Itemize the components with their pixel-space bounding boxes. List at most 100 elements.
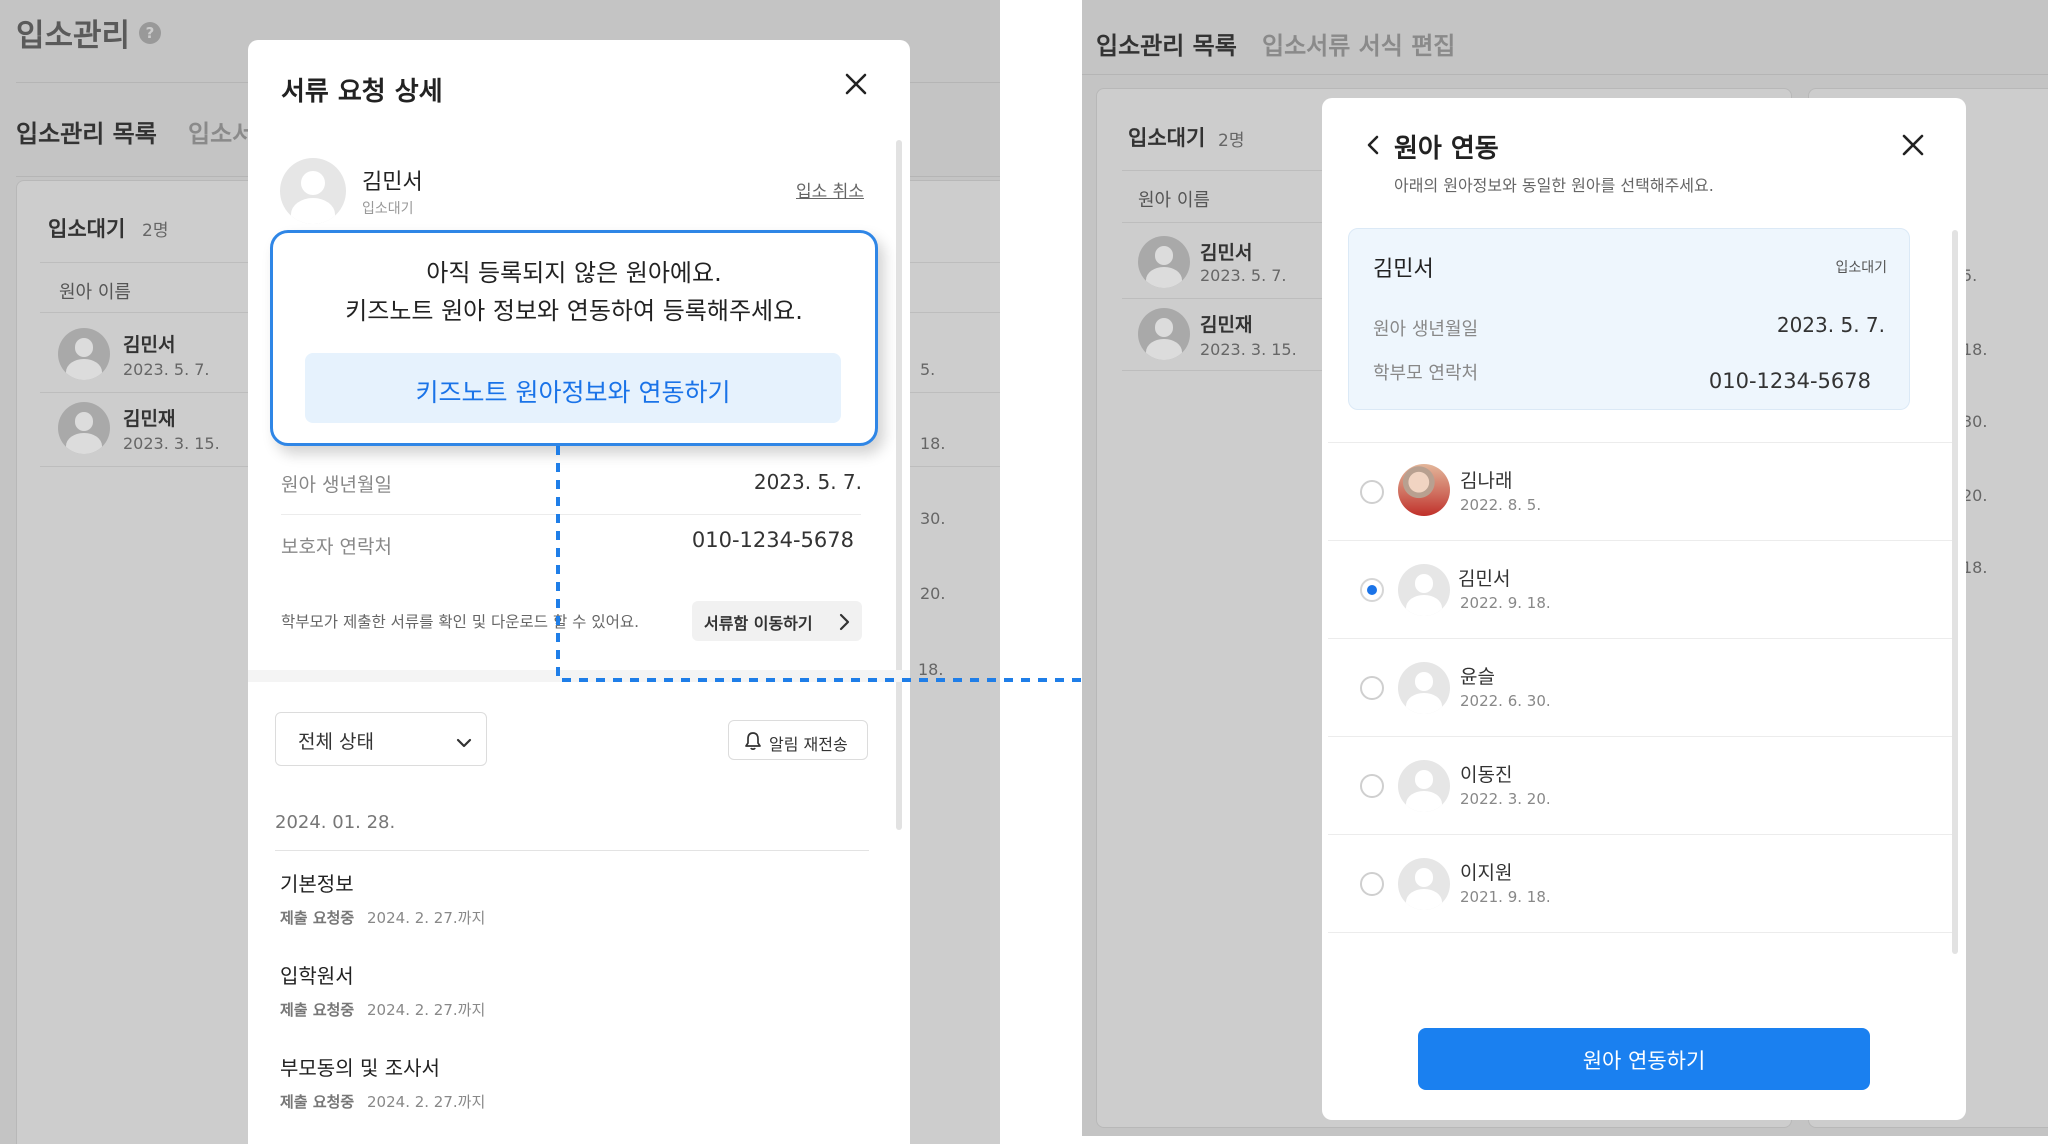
child-date: 2023. 3. 15. xyxy=(1200,340,1297,359)
radio-button-selected[interactable] xyxy=(1360,578,1384,602)
doc-status: 제출 요청중 xyxy=(280,1093,355,1111)
avatar xyxy=(58,402,110,454)
doc-meta: 제출 요청중 2024. 2. 27.까지 xyxy=(280,907,860,928)
child-name[interactable]: 김민재 xyxy=(123,404,175,431)
radio-button[interactable] xyxy=(1360,872,1384,896)
card-birth-value: 2023. 5. 7. xyxy=(1776,313,1885,337)
divider xyxy=(1328,638,1952,639)
tab-doc-template-edit[interactable]: 입소서류 서식 편집 xyxy=(1262,26,1455,61)
resend-notification-button[interactable]: 알림 재전송 xyxy=(728,720,868,760)
back-chevron-icon[interactable] xyxy=(1366,134,1380,160)
doc-item[interactable]: 기본정보 제출 요청중 2024. 2. 27.까지 xyxy=(280,868,860,938)
doc-meta: 제출 요청중 2024. 2. 27.까지 xyxy=(280,999,860,1020)
divider xyxy=(1082,74,2048,75)
waiting-count: 2명 xyxy=(1218,131,1245,151)
doc-item[interactable]: 부모동의 및 조사서 제출 요청중 2024. 2. 27.까지 xyxy=(280,1052,860,1122)
child-name[interactable]: 김민서 xyxy=(123,330,175,357)
option-child-date: 2022. 8. 5. xyxy=(1460,496,1542,514)
option-child-date: 2021. 9. 18. xyxy=(1460,888,1551,906)
child-option[interactable]: 김민서 2022. 9. 18. xyxy=(1322,542,1952,638)
tab-admission-list[interactable]: 입소관리 목록 xyxy=(16,114,157,149)
confirm-link-label: 원아 연동하기 xyxy=(1582,1049,1706,1073)
divider xyxy=(1328,736,1952,737)
divider xyxy=(1328,932,1952,933)
cancel-admission-link[interactable]: 입소 취소 xyxy=(796,177,864,202)
bell-icon xyxy=(744,731,762,755)
chevron-right-icon xyxy=(838,613,850,635)
row-date-fragment: 5. xyxy=(920,360,936,379)
waiting-label: 입소대기 xyxy=(1128,126,1206,150)
doc-status: 제출 요청중 xyxy=(280,909,355,927)
move-button-label: 서류함 이동하기 xyxy=(704,614,813,633)
close-icon[interactable] xyxy=(842,70,870,98)
doc-due: 2024. 2. 27.까지 xyxy=(367,909,486,927)
doc-due: 2024. 2. 27.까지 xyxy=(367,1093,486,1111)
card-child-name: 김민서 xyxy=(1373,257,1434,282)
chevron-down-icon xyxy=(456,734,472,753)
callout-line-1: 아직 등록되지 않은 원아에요. xyxy=(426,259,722,287)
option-child-name: 이지원 xyxy=(1460,862,1513,884)
tab-admission-list[interactable]: 입소관리 목록 xyxy=(1096,26,1237,61)
avatar xyxy=(1398,760,1450,812)
child-date: 2023. 5. 7. xyxy=(1200,266,1287,285)
card-contact-value: 010-1234-5678 xyxy=(1708,369,1871,393)
child-info-card: 김민서 입소대기 원아 생년월일 2023. 5. 7. 학부모 연락처 010… xyxy=(1348,228,1910,410)
card-status: 입소대기 xyxy=(1835,260,1887,276)
birth-value: 2023. 5. 7. xyxy=(753,470,862,494)
card-contact-label: 학부모 연락처 xyxy=(1373,363,1479,384)
doc-status: 제출 요청중 xyxy=(280,1001,355,1019)
doc-request-modal: 서류 요청 상세 김민서 입소대기 입소 취소 원아 생년월일 2023. 5.… xyxy=(248,40,910,1144)
avatar xyxy=(1398,662,1450,714)
option-child-name: 윤슬 xyxy=(1460,666,1495,688)
status-filter-select[interactable]: 전체 상태 xyxy=(275,712,487,766)
child-option[interactable]: 이지원 2021. 9. 18. xyxy=(1322,836,1952,932)
divider xyxy=(1328,540,1952,541)
option-child-date: 2022. 6. 30. xyxy=(1460,692,1551,710)
radio-button[interactable] xyxy=(1360,480,1384,504)
close-icon[interactable] xyxy=(1900,132,1926,158)
contact-label: 보호자 연락처 xyxy=(281,536,392,558)
option-child-name: 김나래 xyxy=(1460,470,1513,492)
card-birth-label: 원아 생년월일 xyxy=(1373,319,1479,340)
contact-value: 010-1234-5678 xyxy=(691,528,854,552)
scrollbar[interactable] xyxy=(1952,230,1958,954)
birth-label: 원아 생년월일 xyxy=(281,474,392,496)
radio-button[interactable] xyxy=(1360,676,1384,700)
child-name[interactable]: 김민재 xyxy=(1200,310,1252,337)
child-option[interactable]: 이동진 2022. 3. 20. xyxy=(1322,738,1952,834)
waiting-label: 입소대기 xyxy=(48,217,126,241)
avatar xyxy=(280,158,346,224)
divider xyxy=(1328,834,1952,835)
page-title: 입소관리 xyxy=(16,18,131,54)
child-option[interactable]: 김나래 2022. 8. 5. xyxy=(1322,444,1952,540)
link-button-label: 키즈노트 원아정보와 연동하기 xyxy=(415,378,731,407)
avatar xyxy=(58,328,110,380)
doc-meta: 제출 요청중 2024. 2. 27.까지 xyxy=(280,1091,860,1112)
avatar xyxy=(1398,858,1450,910)
move-to-docbox-button[interactable]: 서류함 이동하기 xyxy=(692,601,862,641)
child-option[interactable]: 윤슬 2022. 6. 30. xyxy=(1322,640,1952,736)
info-text: 학부모가 제출한 서류를 확인 및 다운로드 할 수 있어요. xyxy=(281,613,640,631)
avatar xyxy=(1138,236,1190,288)
child-name[interactable]: 김민서 xyxy=(1200,238,1252,265)
scrollbar[interactable] xyxy=(896,140,902,830)
help-icon[interactable]: ? xyxy=(139,22,161,44)
divider xyxy=(1328,442,1952,443)
doc-item[interactable]: 입학원서 제출 요청중 2024. 2. 27.까지 xyxy=(280,960,860,1030)
option-child-name: 이동진 xyxy=(1460,764,1513,786)
divider xyxy=(275,850,869,851)
unregistered-callout: 아직 등록되지 않은 원아에요. 키즈노트 원아 정보와 연동하여 등록해주세요… xyxy=(270,230,878,446)
confirm-link-button[interactable]: 원아 연동하기 xyxy=(1418,1028,1870,1090)
link-kidsnote-info-button[interactable]: 키즈노트 원아정보와 연동하기 xyxy=(305,353,841,423)
section-gap xyxy=(248,670,910,682)
option-child-name: 김민서 xyxy=(1458,568,1511,590)
modal-title: 서류 요청 상세 xyxy=(281,77,443,107)
doc-title: 기본정보 xyxy=(280,872,354,896)
doc-due: 2024. 2. 27.까지 xyxy=(367,1001,486,1019)
radio-button[interactable] xyxy=(1360,774,1384,798)
filter-value: 전체 상태 xyxy=(298,731,374,753)
child-status: 입소대기 xyxy=(362,201,414,217)
date-header: 2024. 01. 28. xyxy=(275,812,396,833)
tab-admission-docs[interactable]: 입소서 xyxy=(188,114,254,149)
row-date-fragment: 18. xyxy=(918,660,944,679)
